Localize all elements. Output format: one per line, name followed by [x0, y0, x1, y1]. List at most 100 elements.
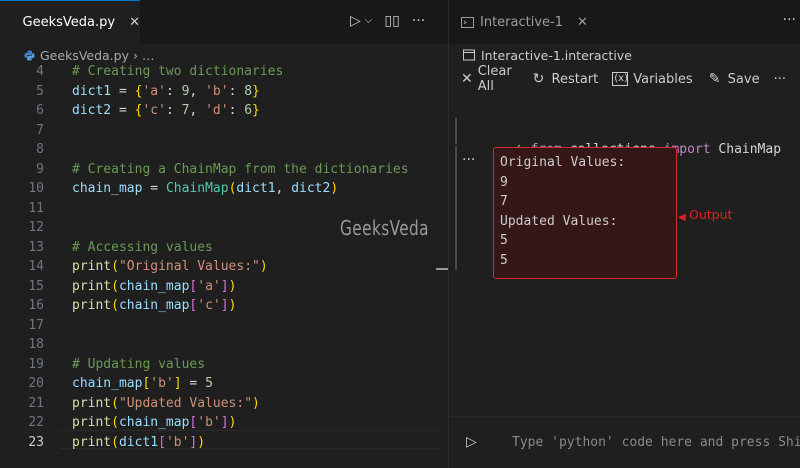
breadcrumb-symbols[interactable]: …	[142, 48, 155, 63]
code-token: dict2	[291, 181, 331, 196]
interactive-window-icon	[461, 16, 474, 28]
breadcrumb-file[interactable]: GeeksVeda.py	[40, 48, 129, 63]
save-label: Save	[727, 71, 760, 87]
close-tab-icon[interactable]: ✕	[577, 15, 588, 30]
line-source: print("Updated Values:")	[72, 394, 260, 414]
code-token: :	[228, 103, 245, 118]
code-token: ChainMap	[165, 181, 229, 196]
code-token: )	[259, 259, 268, 274]
code-token: # Creating a ChainMap from the dictionar…	[72, 161, 409, 177]
repl-input[interactable]	[496, 424, 800, 460]
code-line[interactable]: 9 # Creating a ChainMap from the dictiona…	[0, 160, 449, 180]
code-token: }	[252, 83, 260, 99]
input-cell-gutter[interactable]	[455, 118, 457, 144]
line-source: # Updating values	[72, 355, 205, 375]
clear-all-button[interactable]: ✕ Clear All	[461, 64, 517, 94]
run-cell-icon[interactable]: ▷	[466, 434, 477, 450]
line-source: dict2 = {'c': 7, 'd': 6}	[72, 101, 260, 121]
code-token: ,	[275, 181, 292, 196]
code-token: ]	[220, 298, 229, 313]
tab-geeksveda-py[interactable]: GeeksVeda.py ✕	[0, 0, 140, 44]
code-token: (	[111, 395, 119, 411]
code-token: =	[181, 376, 206, 391]
code-line[interactable]: 4 # Creating two dictionaries	[0, 62, 449, 82]
line-source: dict1 = {'a': 9, 'b': 8}	[72, 82, 260, 102]
code-token: )	[228, 415, 237, 430]
split-editor-icon[interactable]: ▯▯	[384, 12, 399, 30]
code-token: 'b'	[165, 434, 190, 450]
code-token: (	[111, 278, 119, 294]
code-line[interactable]: 21 print("Updated Values:")	[0, 394, 449, 414]
line-number: 5	[36, 83, 44, 99]
variables-button[interactable]: (x) Variables	[612, 72, 693, 87]
code-line[interactable]: 19 # Updating values	[0, 355, 449, 375]
code-token: :	[165, 103, 182, 118]
arrow-left-icon: ◀	[678, 212, 686, 223]
toolbar-more-button[interactable]: ···	[774, 72, 786, 87]
code-line[interactable]: 14 print("Original Values:")	[0, 257, 449, 277]
code-token: 'b'	[150, 376, 174, 391]
code-token: dict1	[118, 434, 159, 450]
output-line: 5	[500, 233, 508, 248]
code-token: 'b'	[205, 83, 229, 99]
code-line[interactable]: 15 print(chain_map['a'])	[0, 277, 449, 297]
code-token: 'c'	[142, 103, 166, 118]
breadcrumb-separator: ›	[133, 47, 138, 63]
code-line[interactable]: 13 # Accessing values	[0, 238, 449, 258]
run-icon[interactable]: ▷	[350, 12, 361, 30]
code-token: }	[252, 103, 260, 118]
restart-button[interactable]: ↻ Restart	[531, 71, 599, 87]
code-line[interactable]: 10 chain_map = ChainMap(dict1, dict2)	[0, 179, 449, 199]
output-line: 9	[500, 174, 508, 190]
code-token: chain_map	[118, 278, 190, 294]
code-line[interactable]: 5 dict1 = {'a': 9, 'b': 8}	[0, 82, 449, 102]
interactive-tab-bar: Interactive-1 ✕ ···	[449, 0, 800, 44]
code-line[interactable]: 17	[0, 316, 449, 336]
line-number: 15	[28, 278, 44, 294]
save-button[interactable]: ✎ Save	[707, 71, 760, 87]
code-token: 'a'	[197, 278, 221, 294]
tab-label: Interactive-1	[480, 14, 563, 30]
code-token: 5	[205, 376, 213, 391]
close-tab-icon[interactable]: ✕	[129, 15, 140, 30]
line-number: 21	[28, 395, 44, 411]
chevron-down-icon[interactable]: ⌵	[365, 12, 373, 30]
output-line: 7	[500, 194, 508, 209]
scrollbar-marker[interactable]	[436, 268, 448, 270]
clear-all-label: Clear All	[477, 64, 512, 94]
line-source: chain_map['b'] = 5	[72, 374, 213, 394]
code-token: # Creating two dictionaries	[72, 64, 284, 79]
line-number: 7	[36, 122, 44, 138]
code-line[interactable]: 18	[0, 335, 449, 355]
tab-interactive-1[interactable]: Interactive-1 ✕	[449, 0, 589, 44]
code-token: :	[228, 83, 245, 99]
more-actions-icon[interactable]: ···	[412, 12, 425, 30]
code-token: (	[111, 298, 119, 313]
code-line[interactable]: 22 print(chain_map['b'])	[0, 413, 449, 433]
more-actions-icon[interactable]: ···	[783, 12, 796, 28]
breadcrumb-file[interactable]: Interactive-1.interactive	[481, 48, 632, 63]
code-token: chain_map	[118, 415, 190, 430]
code-token: (	[111, 259, 119, 274]
output-actions-icon[interactable]: ···	[462, 152, 475, 168]
code-line[interactable]: 6 dict2 = {'c': 7, 'd': 6}	[0, 101, 449, 121]
line-number: 14	[28, 259, 44, 274]
line-number: 19	[28, 356, 44, 372]
code-token: chain_map	[72, 376, 143, 391]
line-source: print("Original Values:")	[72, 257, 268, 277]
code-token: dict1	[72, 83, 112, 99]
code-line[interactable]: 8	[0, 140, 449, 160]
code-line[interactable]: 20 chain_map['b'] = 5	[0, 374, 449, 394]
code-token: print	[72, 278, 112, 294]
code-token: =	[142, 181, 166, 196]
code-token: # Updating values	[72, 356, 206, 372]
watermark: GeeksVeda	[340, 216, 429, 240]
code-line[interactable]: 16 print(chain_map['c'])	[0, 296, 449, 316]
code-line[interactable]: 23 print(dict1['b'])	[0, 433, 449, 453]
code-token: =	[111, 103, 135, 118]
output-cell-gutter[interactable]	[455, 146, 457, 270]
code-token: print	[72, 434, 112, 450]
line-source: # Accessing values	[72, 238, 213, 258]
code-line[interactable]: 7	[0, 121, 449, 141]
line-number: 10	[28, 181, 44, 196]
